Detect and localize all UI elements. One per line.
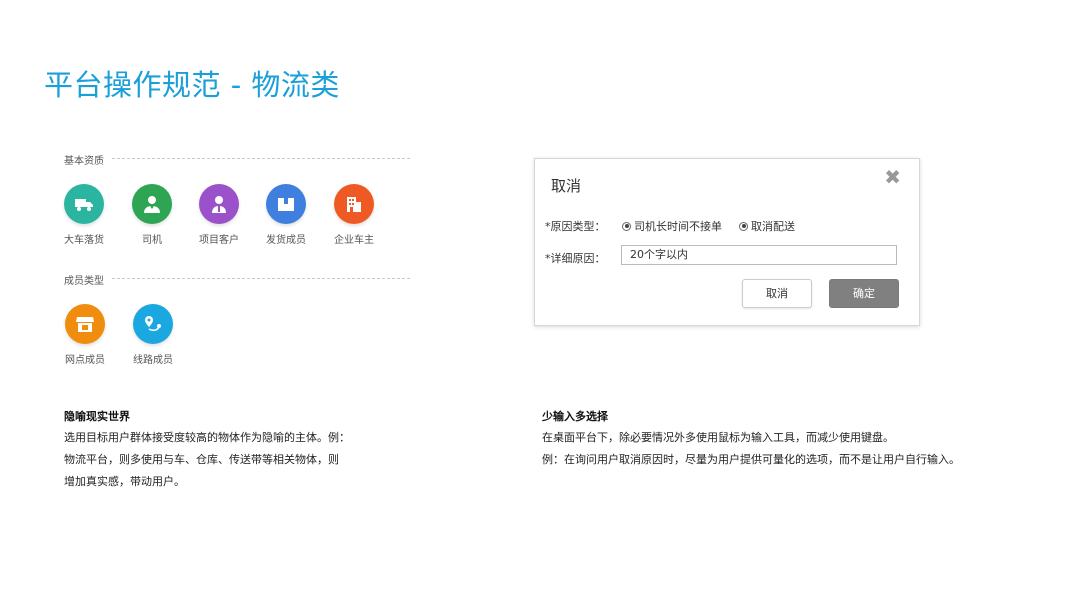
reason-type-label: *原因类型： xyxy=(545,220,606,233)
cancel-dialog: 取消 ✖ *原因类型： 司机长时间不接单 取消配送 *详细原因： 20个字以内 … xyxy=(534,158,920,326)
icon-item-enterprise-owner[interactable]: 企业车主 xyxy=(324,184,384,246)
desc-line: 增加真实感，带动用户。 xyxy=(64,475,185,488)
radio-selected-icon xyxy=(622,221,631,231)
icon-item-driver[interactable]: 司机 xyxy=(122,184,182,246)
radio-driver-no-accept[interactable]: 司机长时间不接单 xyxy=(622,218,722,234)
detail-reason-label: *详细原因： xyxy=(545,252,606,265)
radio-cancel-delivery[interactable]: 取消配送 xyxy=(739,218,795,234)
basic-section-label: 基本资质 xyxy=(64,156,104,167)
icon-item-label: 司机 xyxy=(142,235,162,246)
confirm-button[interactable]: 确定 xyxy=(829,279,899,308)
icon-item-route-member[interactable]: 线路成员 xyxy=(123,304,183,366)
truck-icon xyxy=(64,184,104,224)
left-desc-text: 选用目标用户群体接受度较高的物体作为隐喻的主体。例： 物流平台，则多使用与车、仓… xyxy=(64,427,350,493)
desc-line: 物流平台，则多使用与车、仓库、传送带等相关物体，则 xyxy=(64,453,339,466)
icon-item-label: 企业车主 xyxy=(334,235,374,246)
left-desc-heading: 隐喻现实世界 xyxy=(64,410,130,423)
icon-item-label: 网点成员 xyxy=(65,355,105,366)
icon-item-shipping-member[interactable]: 发货成员 xyxy=(256,184,316,246)
icon-item-label: 发货成员 xyxy=(266,235,306,246)
building-icon xyxy=(334,184,374,224)
page-title: 平台操作规范 - 物流类 xyxy=(44,68,340,102)
icon-item-outlet-member[interactable]: 网点成员 xyxy=(55,304,115,366)
driver-icon xyxy=(132,184,172,224)
icon-item-label: 大车落货 xyxy=(64,235,104,246)
right-desc-heading: 少输入多选择 xyxy=(542,410,608,423)
dialog-title: 取消 xyxy=(551,177,582,195)
package-icon xyxy=(266,184,306,224)
customer-icon xyxy=(199,184,239,224)
radio-selected-icon xyxy=(739,221,748,231)
desc-line: 选用目标用户群体接受度较高的物体作为隐喻的主体。例： xyxy=(64,431,350,444)
member-section-divider xyxy=(112,278,410,279)
store-icon xyxy=(65,304,105,344)
desc-line: 例：在询问用户取消原因时，尽量为用户提供可量化的选项，而不是让用户自行输入。 xyxy=(542,453,960,466)
detail-reason-input[interactable]: 20个字以内 xyxy=(621,245,897,265)
icon-item-truck-unload[interactable]: 大车落货 xyxy=(54,184,114,246)
close-icon[interactable]: ✖ xyxy=(884,167,901,187)
desc-line: 在桌面平台下，除必要情况外多使用鼠标为输入工具，而减少使用键盘。 xyxy=(542,431,894,444)
icon-item-project-customer[interactable]: 项目客户 xyxy=(189,184,249,246)
right-desc-text: 在桌面平台下，除必要情况外多使用鼠标为输入工具，而减少使用键盘。 例：在询问用户… xyxy=(542,427,960,471)
cancel-button[interactable]: 取消 xyxy=(742,279,812,308)
radio-label: 取消配送 xyxy=(751,220,795,233)
icon-item-label: 项目客户 xyxy=(199,235,239,246)
radio-label: 司机长时间不接单 xyxy=(634,220,722,233)
basic-section-divider xyxy=(112,158,410,159)
member-section-label: 成员类型 xyxy=(64,276,104,287)
route-icon xyxy=(133,304,173,344)
icon-item-label: 线路成员 xyxy=(133,355,173,366)
